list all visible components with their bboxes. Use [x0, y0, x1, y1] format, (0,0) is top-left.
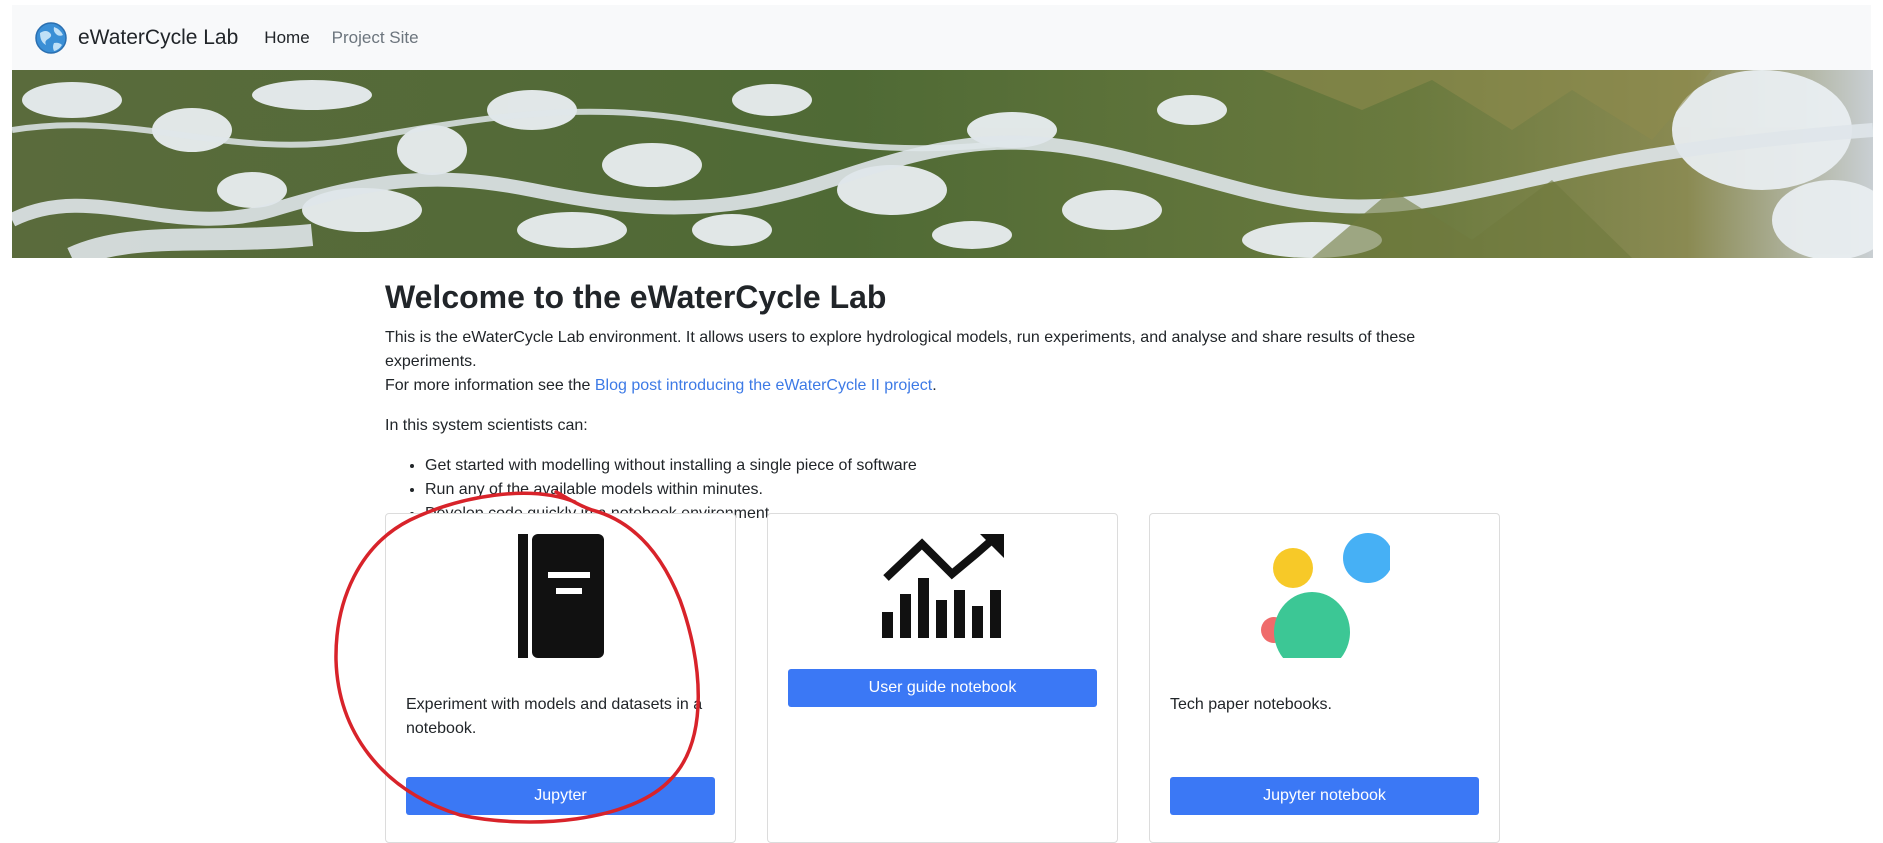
jupyter-card: Experiment with models and datasets in a… — [385, 513, 736, 843]
colored-circles-icon — [1260, 533, 1390, 658]
brand-link[interactable]: eWaterCycle Lab — [34, 21, 238, 55]
intro-text: This is the eWaterCycle Lab environment.… — [385, 329, 1416, 371]
navbar: eWaterCycle Lab Home Project Site — [12, 5, 1871, 70]
nav-project-site[interactable]: Project Site — [332, 28, 419, 48]
notebook-icon — [517, 534, 604, 658]
card-deck: Experiment with models and datasets in a… — [385, 513, 1501, 843]
tech-paper-card: Tech paper notebooks. Jupyter notebook — [1149, 513, 1500, 843]
more-info-prefix: For more information see the — [385, 377, 595, 395]
nav-home[interactable]: Home — [264, 28, 309, 48]
page-title: Welcome to the eWaterCycle Lab — [385, 279, 887, 315]
more-info-suffix: . — [932, 377, 937, 395]
user-guide-button[interactable]: User guide notebook — [788, 669, 1097, 707]
list-item: Get started with modelling without insta… — [425, 454, 1500, 478]
trending-chart-icon — [881, 534, 1004, 638]
main-content: Welcome to the eWaterCycle Lab This is t… — [385, 258, 1500, 542]
list-item: Run any of the available models within m… — [425, 478, 1500, 502]
globe-logo-icon — [35, 21, 67, 54]
blog-post-link[interactable]: Blog post introducing the eWaterCycle II… — [595, 377, 932, 394]
brand-name: eWaterCycle Lab — [78, 25, 239, 49]
card-text: Experiment with models and datasets in a… — [406, 696, 703, 737]
hero-banner — [12, 70, 1873, 258]
jupyter-notebook-button[interactable]: Jupyter notebook — [1170, 777, 1479, 815]
user-guide-card: User guide notebook — [767, 513, 1118, 843]
jupyter-button[interactable]: Jupyter — [406, 777, 715, 815]
capabilities-intro: In this system scientists can: — [385, 417, 588, 435]
intro-paragraph: This is the eWaterCycle Lab environment.… — [385, 326, 1500, 398]
aerial-river-landscape-image — [12, 70, 1873, 258]
card-text: Tech paper notebooks. — [1170, 696, 1332, 713]
